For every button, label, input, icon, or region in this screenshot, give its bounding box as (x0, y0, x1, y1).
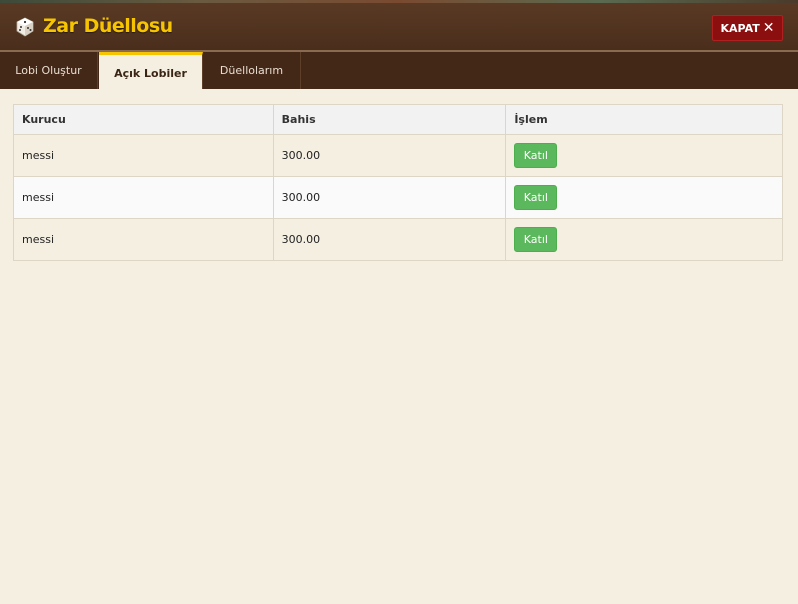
column-header-creator: Kurucu (13, 104, 274, 135)
tab-create-lobby[interactable]: Lobi Oluştur (0, 52, 98, 89)
tab-bar: Lobi Oluştur Açık Lobiler Düellolarım (0, 52, 798, 89)
tab-open-lobbies[interactable]: Açık Lobiler (99, 52, 203, 89)
close-label: KAPAT (720, 21, 760, 35)
lobbies-table: Kurucu Bahis İşlem messi 300.00 Katıl me… (13, 104, 783, 261)
cell-action: Katıl (505, 218, 783, 261)
cell-creator: messi (13, 218, 274, 261)
cell-action: Katıl (505, 176, 783, 219)
table-row: messi 300.00 Katıl (13, 176, 783, 219)
cell-action: Katıl (505, 134, 783, 177)
join-button[interactable]: Katıl (514, 185, 558, 210)
table-row: messi 300.00 Katıl (13, 218, 783, 261)
cell-creator: messi (13, 176, 274, 219)
column-header-bet: Bahis (272, 104, 507, 135)
modal-title: Zar Düellosu (43, 15, 173, 37)
table-header-row: Kurucu Bahis İşlem (13, 104, 783, 135)
header-decor-strip (0, 0, 798, 3)
tab-my-duels[interactable]: Düellolarım (203, 52, 301, 89)
cell-creator: messi (13, 134, 274, 177)
column-header-action: İşlem (505, 104, 783, 135)
cell-bet: 300.00 (272, 176, 507, 219)
close-icon: ✕ (762, 20, 775, 36)
close-button[interactable]: KAPAT ✕ (712, 15, 783, 41)
cell-bet: 300.00 (272, 218, 507, 261)
cell-bet: 300.00 (272, 134, 507, 177)
table-row: messi 300.00 Katıl (13, 134, 783, 177)
join-button[interactable]: Katıl (514, 143, 558, 168)
dice-icon (16, 17, 34, 37)
modal-header: Zar Düellosu KAPAT ✕ (0, 0, 798, 52)
join-button[interactable]: Katıl (514, 227, 558, 252)
